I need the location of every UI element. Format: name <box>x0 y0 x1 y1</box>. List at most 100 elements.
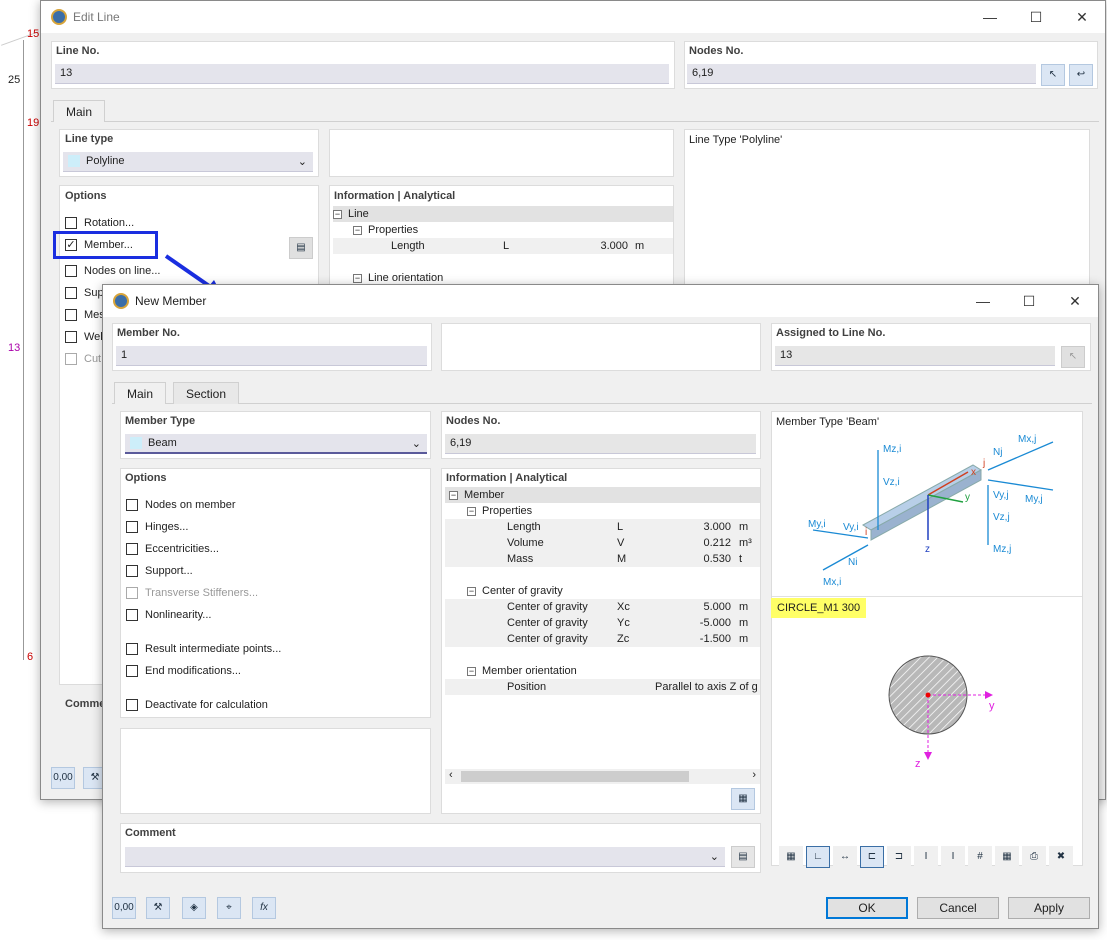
nodes-no-input[interactable]: 6,19 <box>687 64 1036 84</box>
info-export-icon[interactable]: ▦ <box>731 788 755 810</box>
option-checkbox[interactable]: End modifications... <box>126 665 241 677</box>
diagram-label: Nj <box>993 447 1002 458</box>
option-checkbox[interactable]: Rotation... <box>65 217 134 229</box>
close-button[interactable]: ✕ <box>1059 1 1105 33</box>
tree-row[interactable]: − Center of gravity <box>445 583 760 599</box>
line-no-input[interactable]: 13 <box>55 64 669 84</box>
print-icon[interactable]: ⎙ <box>1022 846 1046 868</box>
diagram-label: Mz,j <box>993 544 1011 555</box>
checkbox-icon <box>126 699 138 711</box>
checkbox-icon <box>65 353 77 365</box>
model-icon[interactable]: ⚒ <box>146 897 170 919</box>
diagram-label: y <box>965 492 970 503</box>
line-type-select[interactable]: Polyline ⌄ <box>63 152 313 172</box>
apply-button[interactable]: Apply <box>1008 897 1090 919</box>
pick-line-icon[interactable]: ↖ <box>1061 346 1085 368</box>
tab-section[interactable]: Section <box>173 382 240 404</box>
option-checkbox[interactable]: Hinges... <box>126 521 188 533</box>
assigned-line-input[interactable]: 13 <box>775 346 1055 366</box>
checkbox-icon <box>65 217 77 229</box>
member-no-input[interactable]: 1 <box>116 346 427 366</box>
checkbox-icon <box>65 265 77 277</box>
numbering-icon[interactable]: # <box>968 846 992 868</box>
stress-points-icon[interactable]: ⊏ <box>860 846 884 868</box>
tree-row[interactable]: Position Parallel to axis Z of g <box>445 679 760 695</box>
option-checkbox[interactable]: Wel <box>65 331 103 343</box>
centroid-icon[interactable]: ⊐ <box>887 846 911 868</box>
options-label: Options <box>65 190 107 202</box>
option-checkbox[interactable]: Deactivate for calculation <box>126 699 268 711</box>
tree-row[interactable]: − Properties <box>445 503 760 519</box>
section-axes-icon[interactable]: ∟ <box>806 846 830 868</box>
units-button[interactable]: 0,00 <box>51 767 75 789</box>
ok-button[interactable]: OK <box>826 897 908 919</box>
diagram-label: Vz,j <box>993 512 1010 523</box>
checkbox-icon <box>126 521 138 533</box>
tree-row[interactable]: Volume V 0.212 m³ <box>445 535 760 551</box>
model-view[interactable]: 15 25 19 13 6 <box>0 0 40 940</box>
maximize-button[interactable]: ☐ <box>1013 1 1059 33</box>
app-icon <box>51 9 67 25</box>
comment-label: Comme <box>65 698 106 710</box>
option-checkbox[interactable]: Support... <box>126 565 193 577</box>
section-preview: y z <box>888 655 995 770</box>
option-checkbox[interactable]: Nodes on line... <box>65 265 160 277</box>
minimize-button[interactable]: — <box>967 1 1013 33</box>
preview-title: Member Type 'Beam' <box>776 416 880 428</box>
checkbox-icon <box>65 309 77 321</box>
units-button[interactable]: 0,00 <box>112 897 136 919</box>
function-icon[interactable]: fx <box>252 897 276 919</box>
reset-view-icon[interactable]: ✖ <box>1049 846 1073 868</box>
section-info-icon[interactable]: ▦ <box>779 846 803 868</box>
option-checkbox[interactable]: Nonlinearity... <box>126 609 211 621</box>
nodes-no-input[interactable]: 6,19 <box>445 434 756 454</box>
i-section-alt-icon[interactable]: I <box>941 846 965 868</box>
tree-row[interactable]: Center of gravity Xc 5.000 m <box>445 599 760 615</box>
checkbox-icon <box>126 643 138 655</box>
new-member-dialog: New Member — ☐ ✕ Member No. 1 Assigned t… <box>102 284 1099 929</box>
option-checkbox[interactable]: Mes <box>65 309 105 321</box>
option-checkbox[interactable]: Nodes on member <box>126 499 236 511</box>
assigned-line-label: Assigned to Line No. <box>776 327 886 339</box>
horizontal-scrollbar[interactable]: ‹ › <box>445 769 760 784</box>
tree-row[interactable]: Center of gravity Zc -1.500 m <box>445 631 760 647</box>
tree-row[interactable]: Mass M 0.530 t <box>445 551 760 567</box>
beam-diagram: Mz,i Vz,i My,i Vy,i Ni Mx,i Nj Mx,j Vy,j… <box>808 434 1054 588</box>
line-type-label: Line type <box>65 133 114 145</box>
select-icon[interactable]: ⌖ <box>217 897 241 919</box>
section-name: CIRCLE_M1 300 <box>771 598 867 618</box>
diagram-label: Vy,i <box>843 522 859 533</box>
edit-member-icon[interactable]: ▤ <box>289 237 313 259</box>
options-label: Options <box>125 472 167 484</box>
tree-row[interactable]: Length L 3.000 m <box>445 519 760 535</box>
comment-input[interactable]: ⌄ <box>125 847 725 867</box>
cancel-button[interactable]: Cancel <box>917 897 999 919</box>
option-checkbox[interactable]: Eccentricities... <box>126 543 219 555</box>
option-checkbox[interactable]: Result intermediate points... <box>126 643 281 655</box>
maximize-button[interactable]: ☐ <box>1006 285 1052 317</box>
line-no-label: Line No. <box>56 45 100 57</box>
checkbox-icon <box>126 587 138 599</box>
dimensions-icon[interactable]: ↔ <box>833 846 857 868</box>
option-checkbox[interactable]: Sup <box>65 287 104 299</box>
member-type-select[interactable]: Beam ⌄ <box>125 434 427 454</box>
tree-row[interactable]: Center of gravity Yc -5.000 m <box>445 615 760 631</box>
close-button[interactable]: ✕ <box>1052 285 1098 317</box>
diagram-label: i <box>865 527 867 538</box>
tree-row[interactable]: − Member <box>445 487 760 503</box>
comment-library-icon[interactable]: ▤ <box>731 846 755 868</box>
tree-row[interactable]: − Member orientation <box>445 663 760 679</box>
grid-icon[interactable]: ▦ <box>995 846 1019 868</box>
option-checkbox[interactable]: Cut <box>65 353 101 365</box>
reverse-icon[interactable]: ↩ <box>1069 64 1093 86</box>
tab-main[interactable]: Main <box>114 382 167 404</box>
tab-main[interactable]: Main <box>53 100 106 122</box>
pick-nodes-icon[interactable]: ↖ <box>1041 64 1065 86</box>
member-highlight <box>53 231 158 259</box>
view-icon[interactable]: ◈ <box>182 897 206 919</box>
option-checkbox[interactable]: Transverse Stiffeners... <box>126 587 258 599</box>
minimize-button[interactable]: — <box>960 285 1006 317</box>
i-section-icon[interactable]: I <box>914 846 938 868</box>
comment-label: Comment <box>125 827 176 839</box>
diagram-label: My,j <box>1025 494 1043 505</box>
